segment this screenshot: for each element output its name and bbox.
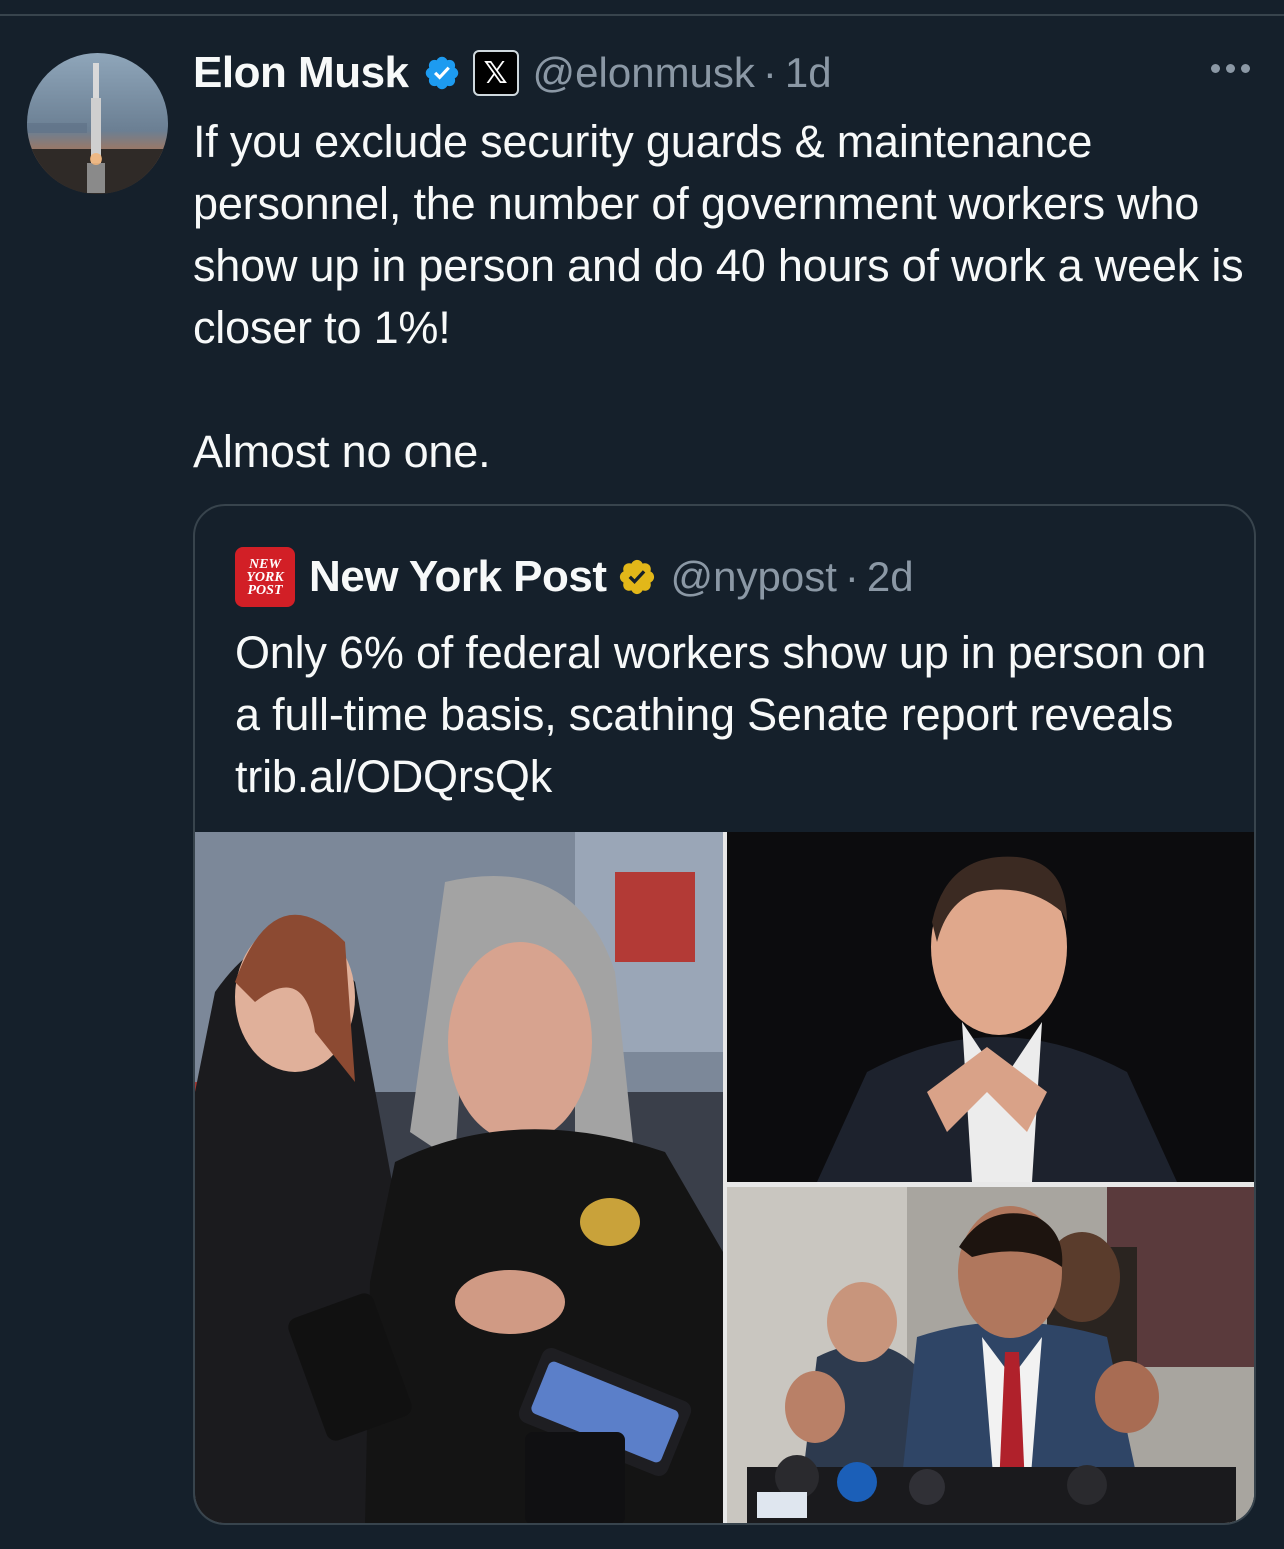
more-horizontal-icon[interactable] [1211, 64, 1250, 73]
tweet-header: Elon Musk 𝕏 @elonmusk · 1d [193, 44, 832, 102]
photo-man-hands-steepled[interactable] [727, 832, 1254, 1182]
quoted-tweet-text: Only 6% of federal workers show up in pe… [235, 627, 1207, 802]
logo-line-york: YORK [246, 569, 284, 585]
quoted-timestamp[interactable]: 2d [867, 553, 914, 601]
quoted-handle[interactable]: @nypost [671, 553, 837, 601]
gold-verified-badge-icon [617, 557, 657, 597]
quoted-tweet-header: NEW YORK POST New York Post @nypost · 2d [235, 544, 914, 610]
media-grid [195, 832, 1254, 1523]
separator-dot: · [762, 49, 777, 96]
logo-line-post: POST [247, 582, 283, 598]
author-handle[interactable]: @elonmusk [533, 49, 755, 97]
x-affiliate-badge-icon[interactable]: 𝕏 [472, 50, 519, 96]
logo-line-new: NEW [249, 556, 281, 572]
nypost-logo-avatar[interactable]: NEW YORK POST [235, 547, 295, 607]
tweet-timestamp[interactable]: 1d [785, 49, 832, 97]
quoted-tweet[interactable]: NEW YORK POST New York Post @nypost · 2d… [193, 504, 1256, 1525]
tweet[interactable]: Elon Musk 𝕏 @elonmusk · 1d If you exclud… [0, 16, 1284, 1549]
quoted-separator-dot: · [844, 553, 859, 600]
avatar[interactable] [27, 53, 168, 194]
quoted-display-name[interactable]: New York Post [309, 552, 607, 602]
photo-woman-speaking[interactable] [195, 832, 723, 1523]
tweet-text: If you exclude security guards & mainten… [193, 116, 1244, 477]
verified-badge-icon [423, 54, 461, 92]
author-display-name[interactable]: Elon Musk [193, 48, 409, 98]
photo-man-at-podium[interactable] [727, 1187, 1254, 1523]
